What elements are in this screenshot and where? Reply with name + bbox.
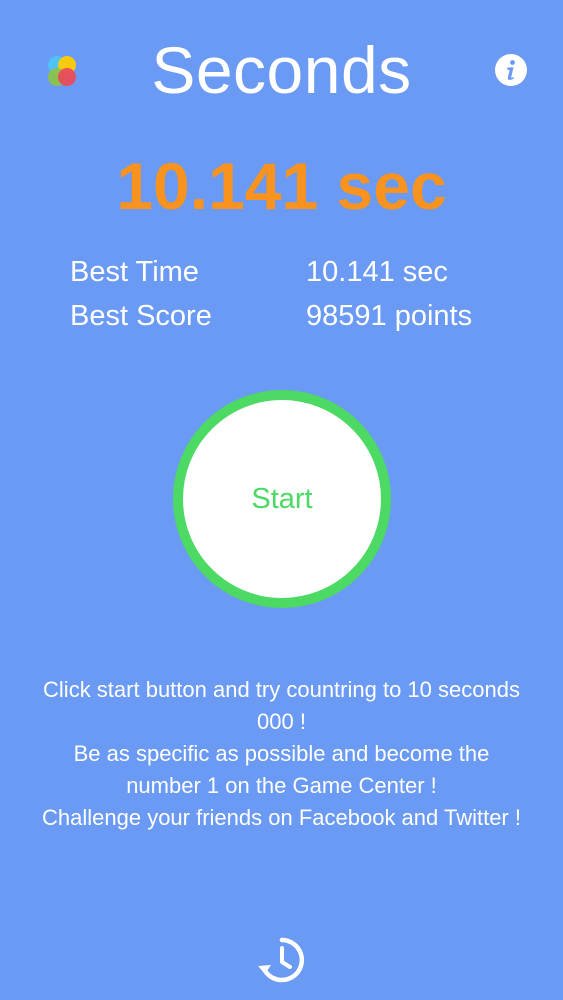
best-score-row: Best Score 98591 points [0,294,563,338]
instruction-line: Challenge your friends on Facebook and T… [42,805,521,830]
start-button[interactable]: Start [173,390,391,608]
best-time-label: Best Time [70,256,199,288]
best-score-value: 98591 points [306,300,473,332]
best-time-value: 10.141 sec [306,256,448,288]
info-icon[interactable] [495,54,527,86]
start-button-label: Start [251,482,313,515]
history-clock-icon[interactable] [256,934,308,986]
app-title: Seconds [151,33,412,107]
instruction-line: Click start button and try countring to … [43,677,520,734]
best-score-label: Best Score [70,300,212,332]
instruction-line: Be as specific as possible and become th… [73,741,490,798]
instructions-text: Click start button and try countring to … [40,674,523,834]
stats-panel: Best Time 10.141 sec Best Score 98591 po… [0,250,563,338]
current-time-display: 10.141 sec [116,149,447,223]
best-time-row: Best Time 10.141 sec [0,250,563,294]
game-screen: Seconds 10.141 sec Best Time 10.141 sec … [0,0,563,1000]
